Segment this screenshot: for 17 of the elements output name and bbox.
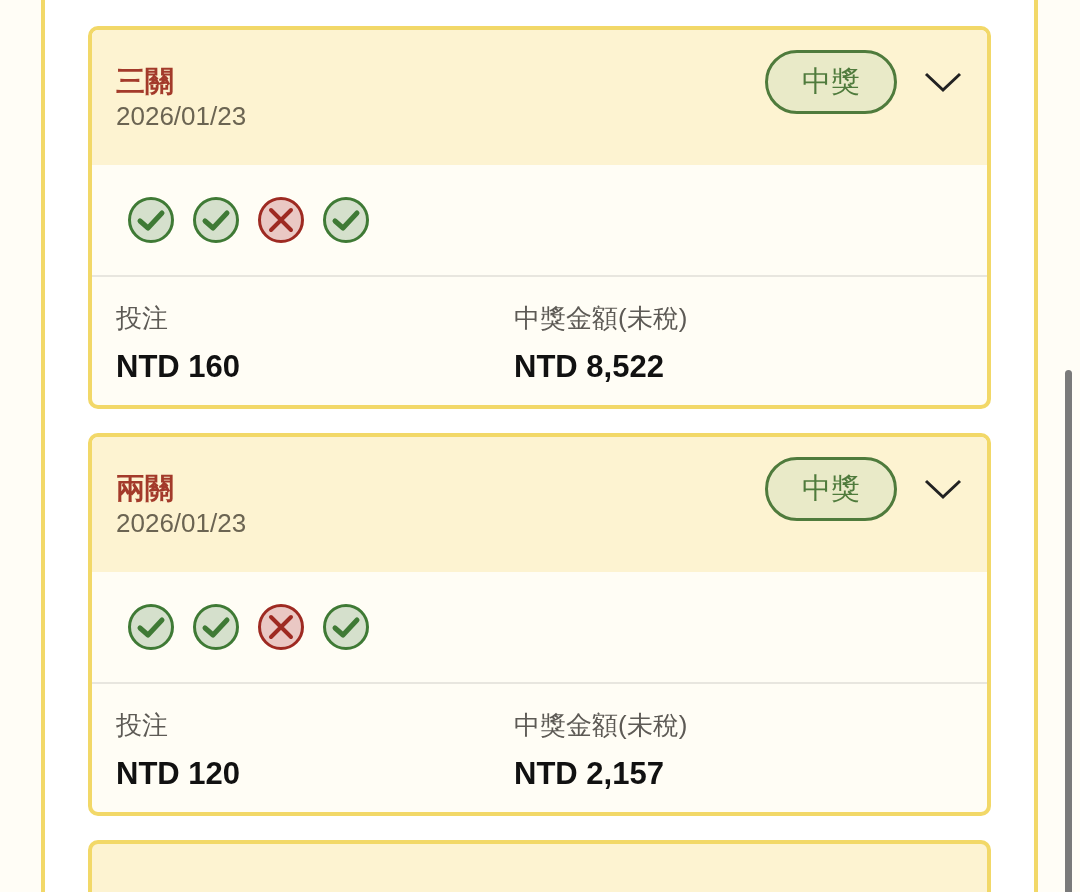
chevron-down-icon[interactable] [923,70,963,93]
stake-value: NTD 160 [116,348,242,386]
bet-title: 兩關 [116,470,175,506]
payout-value: NTD 2,157 [514,755,665,793]
stake-label: 投注 [116,709,169,742]
stake-label: 投注 [116,302,169,335]
bet-date: 2026/01/23 [116,99,247,133]
scrollbar[interactable] [1065,370,1072,892]
payout-value: NTD 8,522 [514,348,665,386]
bet-date: 2026/01/23 [116,506,247,540]
status-badge: 中獎 [765,49,897,114]
bet-title: 三關 [116,63,175,99]
status-badge: 中獎 [765,456,897,521]
payout-label: 中獎金額(未稅) [514,302,689,335]
payout-label: 中獎金額(未稅) [514,709,689,742]
chevron-down-icon[interactable] [923,477,963,500]
stake-value: NTD 120 [116,755,242,793]
